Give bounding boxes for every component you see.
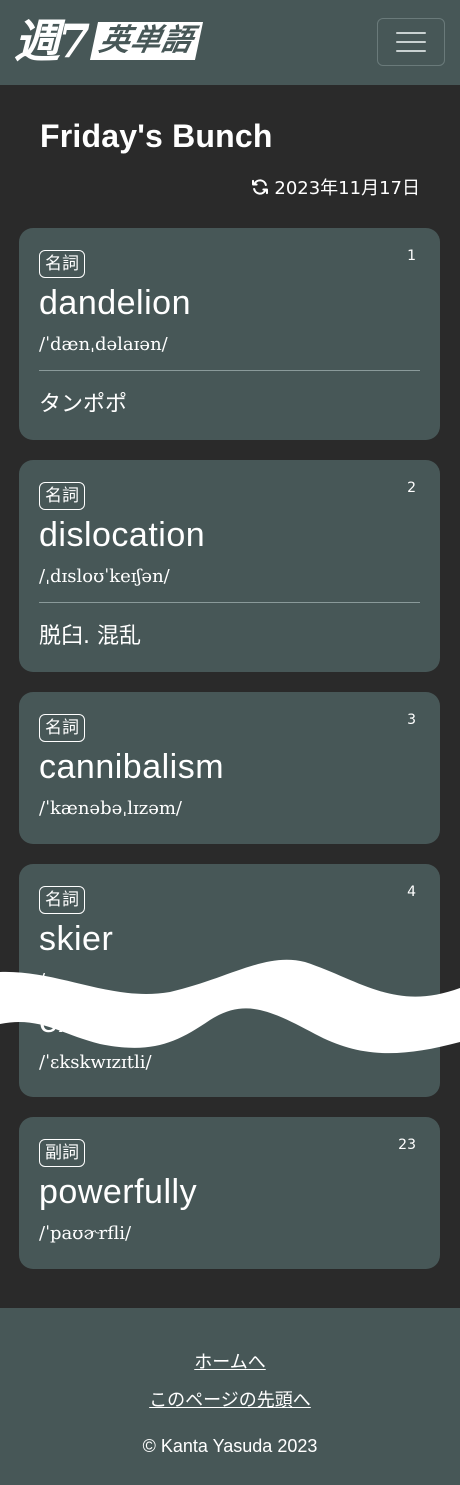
pronunciation: /ˈkænəbəˌlɪzəm/: [39, 798, 182, 819]
footer: ホームへ このページの先頭へ © Kanta Yasuda 2023: [0, 1308, 460, 1485]
part-of-speech-badge: 名詞: [39, 886, 85, 914]
brand-logo[interactable]: 週7 英単語: [14, 12, 204, 70]
part-of-speech-badge: 名詞: [39, 482, 85, 510]
word-card[interactable]: 名詞 1 dandelion /ˈdænˌdəlaɪən/ タンポポ: [19, 228, 440, 440]
divider: [39, 602, 420, 603]
hamburger-menu-icon: [396, 32, 426, 34]
word-card[interactable]: 名詞 2 dislocation /ˌdɪsloʊˈkeɪʃən/ 脱臼. 混乱: [19, 460, 440, 672]
menu-toggle-button[interactable]: [377, 18, 445, 66]
card-number: 2: [407, 480, 416, 496]
part-of-speech-badge: 副詞: [39, 1139, 85, 1167]
word-title: powerfully: [39, 1173, 198, 1211]
home-link[interactable]: ホームへ: [0, 1348, 460, 1374]
card-number: 23: [398, 1137, 416, 1153]
word-meaning: タンポポ: [39, 392, 128, 417]
word-meaning: 脱臼. 混乱: [39, 624, 141, 649]
word-title: dislocation: [39, 516, 206, 554]
part-of-speech-badge: 名詞: [39, 714, 85, 742]
pronunciation: /ˌdɪsloʊˈkeɪʃən/: [39, 566, 170, 587]
part-of-speech-badge: 名詞: [39, 250, 85, 278]
back-to-top-link[interactable]: このページの先頭へ: [0, 1386, 460, 1412]
pronunciation: /ˈpaʊɚrfli/: [39, 1223, 132, 1244]
word-card[interactable]: 名詞 3 cannibalism /ˈkænəbəˌlɪzəm/: [19, 692, 440, 844]
page-title: Friday's Bunch: [40, 118, 273, 154]
divider: [39, 370, 420, 371]
card-number: 3: [407, 712, 416, 728]
brand-logo-word: 英単語: [89, 22, 204, 60]
post-date: 2023年11月17日: [274, 178, 420, 199]
copyright: © Kanta Yasuda 2023: [142, 1436, 318, 1456]
card-number: 1: [407, 248, 416, 264]
date-row: 2023年11月17日: [251, 174, 420, 200]
brand-logo-prefix: 週7: [14, 14, 90, 68]
word-title: dandelion: [39, 284, 191, 322]
refresh-icon: [252, 179, 269, 195]
navbar: 週7 英単語: [0, 0, 460, 85]
card-number: 4: [407, 884, 416, 900]
pronunciation: /ˈdænˌdəlaɪən/: [39, 334, 168, 355]
torn-page-separator: [0, 959, 460, 1054]
word-title: cannibalism: [39, 748, 225, 786]
word-card[interactable]: 副詞 23 powerfully /ˈpaʊɚrfli/: [19, 1117, 440, 1269]
